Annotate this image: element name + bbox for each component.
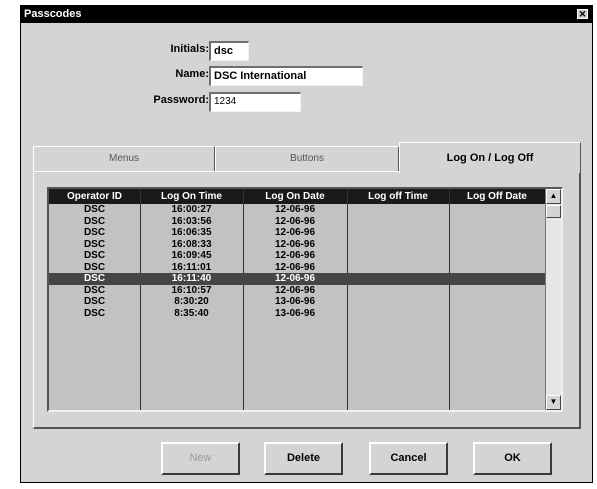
table-row[interactable]: DSC 16:06:35 12-06-96 bbox=[49, 227, 545, 239]
column-log-on-time[interactable]: Log On Time bbox=[140, 189, 243, 204]
vertical-scrollbar[interactable]: ▲ ▼ bbox=[545, 189, 561, 410]
cell-log-off-date bbox=[449, 250, 545, 262]
cell-log-off-time bbox=[347, 250, 449, 262]
initials-field[interactable]: dsc bbox=[209, 41, 249, 61]
cell-log-on-date: 13-06-96 bbox=[274, 307, 316, 319]
cell-log-off-time bbox=[347, 262, 449, 274]
password-field[interactable]: 1234 bbox=[209, 92, 301, 112]
cell-log-off-date bbox=[449, 262, 545, 274]
cell-log-off-time bbox=[347, 273, 449, 285]
scroll-thumb[interactable] bbox=[546, 205, 561, 218]
initials-label: Initials: bbox=[170, 43, 209, 55]
scroll-up-icon[interactable]: ▲ bbox=[546, 189, 561, 204]
table-row[interactable]: DSC 8:35:40 13-06-96 bbox=[49, 308, 545, 320]
table-row[interactable]: DSC 16:09:45 12-06-96 bbox=[49, 250, 545, 262]
cell-log-on-time: 16:06:35 bbox=[171, 227, 212, 238]
cell-log-on-time: 8:30:20 bbox=[174, 296, 209, 307]
cell-operator-id: DSC bbox=[83, 204, 106, 215]
cell-log-off-time bbox=[347, 308, 449, 320]
cell-log-on-date: 12-06-96 bbox=[274, 215, 316, 227]
cell-operator-id: DSC bbox=[83, 215, 106, 227]
cell-log-on-date: 12-06-96 bbox=[274, 250, 316, 261]
table-row[interactable]: DSC 16:11:01 12-06-96 bbox=[49, 262, 545, 274]
cell-log-on-date: 12-06-96 bbox=[274, 238, 316, 250]
cell-log-off-date bbox=[449, 273, 545, 285]
cell-log-off-time bbox=[347, 296, 449, 308]
cell-log-on-date: 12-06-96 bbox=[274, 204, 316, 215]
column-log-off-time[interactable]: Log off Time bbox=[347, 189, 449, 204]
cell-log-off-time bbox=[347, 239, 449, 251]
cell-log-on-time: 16:09:45 bbox=[171, 250, 212, 261]
cell-log-on-date: 13-06-96 bbox=[274, 296, 316, 307]
title-bar: Passcodes ✕ bbox=[21, 6, 592, 23]
cell-log-off-date bbox=[449, 239, 545, 251]
table-row[interactable]: DSC 16:11:40 12-06-96 bbox=[49, 273, 545, 285]
cancel-button[interactable]: Cancel bbox=[369, 442, 448, 475]
new-button[interactable]: New bbox=[161, 442, 240, 475]
close-icon[interactable]: ✕ bbox=[577, 9, 588, 19]
table-row[interactable]: DSC 16:08:33 12-06-96 bbox=[49, 239, 545, 251]
cell-log-off-time bbox=[347, 204, 449, 216]
cell-operator-id: DSC bbox=[83, 250, 106, 261]
cell-log-off-date bbox=[449, 296, 545, 308]
table-row[interactable]: DSC 8:30:20 13-06-96 bbox=[49, 296, 545, 308]
grid-header: Operator ID Log On Time Log On Date Log … bbox=[49, 189, 545, 204]
cell-log-off-date bbox=[449, 204, 545, 216]
cell-log-on-time: 16:08:33 bbox=[171, 238, 212, 250]
cell-operator-id: DSC bbox=[83, 296, 106, 307]
cell-operator-id: DSC bbox=[83, 227, 106, 238]
cell-log-off-time bbox=[347, 285, 449, 297]
grid-body: DSC 16:00:27 12-06-96 DSC 16:03:56 12-06-96 DS… bbox=[49, 204, 545, 319]
column-operator-id[interactable]: Operator ID bbox=[49, 189, 140, 204]
password-label: Password: bbox=[153, 94, 209, 106]
cell-log-on-time: 16:11:40 bbox=[171, 273, 212, 284]
column-log-off-date[interactable]: Log Off Date bbox=[449, 189, 545, 204]
cell-log-off-time bbox=[347, 227, 449, 239]
cell-log-on-time: 8:35:40 bbox=[174, 307, 209, 319]
cell-operator-id: DSC bbox=[83, 284, 106, 296]
scroll-down-icon[interactable]: ▼ bbox=[546, 395, 561, 410]
tab-strip: Menus Buttons Log On / Log Off bbox=[33, 142, 581, 173]
cell-log-on-time: 16:10:57 bbox=[171, 284, 212, 296]
cell-log-off-time bbox=[347, 216, 449, 228]
cell-log-on-time: 16:00:27 bbox=[171, 204, 212, 215]
ok-button[interactable]: OK bbox=[473, 442, 552, 475]
window-title: Passcodes bbox=[24, 8, 82, 20]
cell-log-off-date bbox=[449, 227, 545, 239]
table-row[interactable]: DSC 16:03:56 12-06-96 bbox=[49, 216, 545, 228]
cell-operator-id: DSC bbox=[83, 261, 106, 273]
cell-log-on-time: 16:11:01 bbox=[171, 261, 212, 273]
cell-log-on-date: 12-06-96 bbox=[274, 273, 316, 284]
tab-menus[interactable]: Menus bbox=[33, 146, 215, 172]
cell-log-on-date: 12-06-96 bbox=[274, 261, 316, 273]
tab-buttons[interactable]: Buttons bbox=[215, 146, 399, 172]
cell-log-off-date bbox=[449, 308, 545, 320]
name-label: Name: bbox=[175, 68, 209, 80]
table-row[interactable]: DSC 16:10:57 12-06-96 bbox=[49, 285, 545, 297]
cell-log-on-time: 16:03:56 bbox=[171, 215, 212, 227]
cell-log-off-date bbox=[449, 285, 545, 297]
log-grid[interactable]: Operator ID Log On Time Log On Date Log … bbox=[47, 187, 563, 412]
cell-operator-id: DSC bbox=[83, 273, 106, 284]
cell-log-on-date: 12-06-96 bbox=[274, 284, 316, 296]
cell-operator-id: DSC bbox=[83, 238, 106, 250]
delete-button[interactable]: Delete bbox=[264, 442, 343, 475]
cell-operator-id: DSC bbox=[83, 307, 106, 319]
passcodes-window: Passcodes ✕ Initials: dsc Name: DSC Inte… bbox=[20, 5, 593, 483]
log-on-off-panel: Operator ID Log On Time Log On Date Log … bbox=[33, 171, 581, 429]
tab-log-on-log-off[interactable]: Log On / Log Off bbox=[399, 142, 581, 173]
table-row[interactable]: DSC 16:00:27 12-06-96 bbox=[49, 204, 545, 216]
cell-log-off-date bbox=[449, 216, 545, 228]
cell-log-on-date: 12-06-96 bbox=[274, 227, 316, 238]
column-log-on-date[interactable]: Log On Date bbox=[243, 189, 347, 204]
name-field[interactable]: DSC International bbox=[209, 66, 363, 86]
